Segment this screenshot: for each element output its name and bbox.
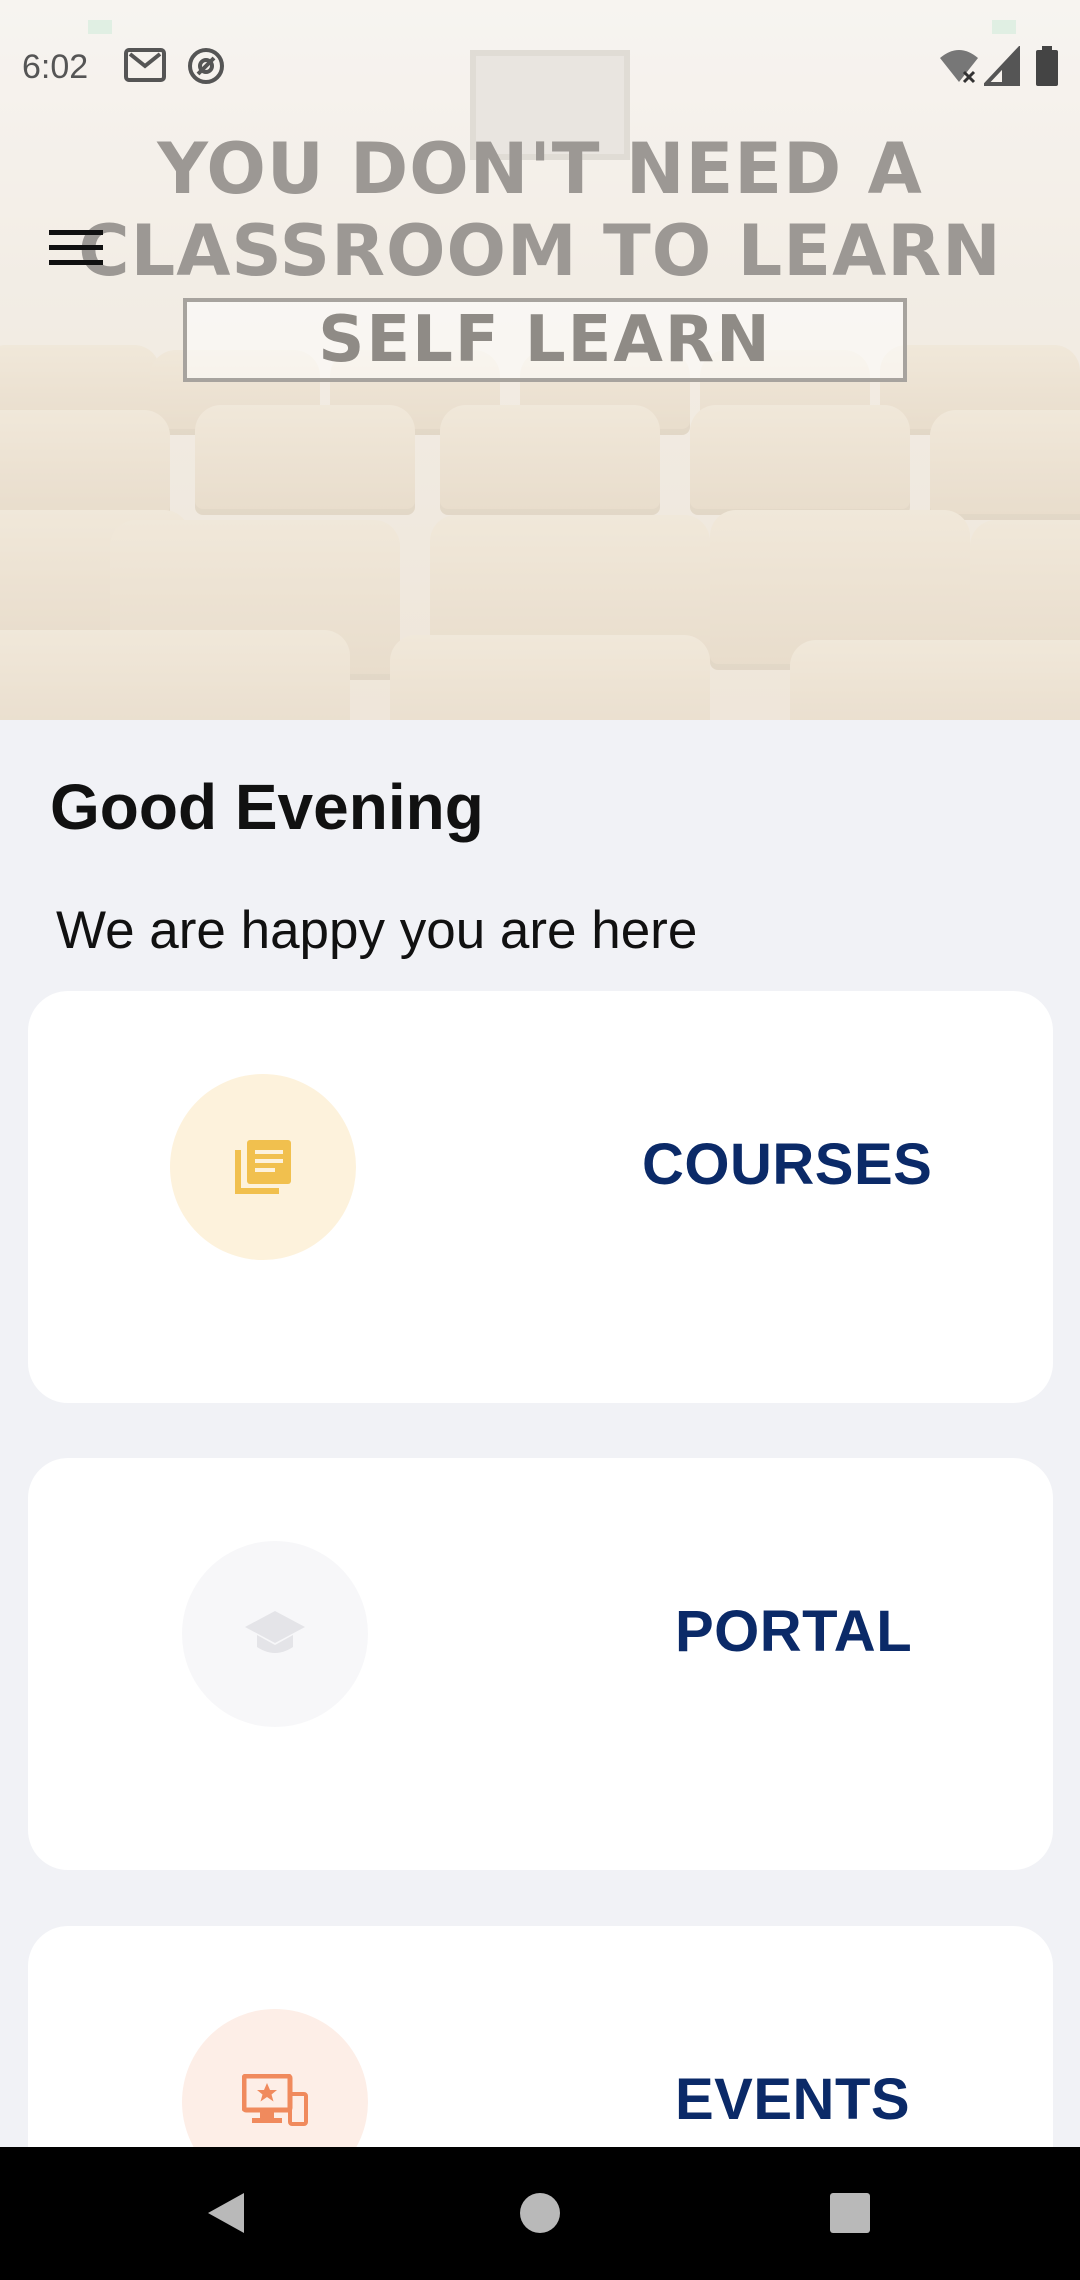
- courses-label: COURSES: [642, 1132, 933, 1197]
- nav-recents-button[interactable]: [828, 2189, 872, 2242]
- system-nav-bar: [0, 2147, 1080, 2280]
- devices-star-icon: [242, 2074, 308, 2126]
- courses-icon-circle: [170, 1074, 356, 1260]
- status-time: 6:02: [22, 48, 89, 86]
- cell-signal-icon: [981, 44, 1020, 91]
- nav-home-button[interactable]: [518, 2189, 562, 2242]
- courses-card[interactable]: COURSES: [28, 991, 1053, 1403]
- status-bar: 6:02: [0, 0, 1080, 136]
- back-triangle-icon: [208, 2193, 244, 2233]
- hero-self-learn-box: SELF LEARN: [183, 298, 907, 382]
- at-sign-icon: [186, 46, 226, 91]
- wifi-off-icon: [938, 46, 980, 91]
- hero-headline-line2: CLASSROOM TO LEARN: [78, 210, 1002, 292]
- portal-card[interactable]: PORTAL: [28, 1458, 1053, 1870]
- events-label: EVENTS: [675, 2067, 911, 2132]
- hero-headline-line1: YOU DON'T NEED A: [157, 128, 923, 210]
- battery-icon: [1036, 46, 1058, 91]
- home-circle-icon: [520, 2193, 560, 2233]
- gmail-icon: [124, 46, 166, 89]
- recents-square-icon: [830, 2193, 870, 2233]
- greeting-subtitle: We are happy you are here: [56, 901, 698, 960]
- library-books-icon: [235, 1140, 291, 1194]
- greeting-title: Good Evening: [50, 771, 484, 843]
- menu-button[interactable]: [40, 220, 112, 276]
- portal-icon-circle: [182, 1541, 368, 1727]
- hamburger-menu-icon: [49, 230, 103, 265]
- portal-label: PORTAL: [675, 1599, 913, 1664]
- nav-back-button[interactable]: [204, 2189, 248, 2242]
- graduation-cap-icon: [245, 1611, 305, 1653]
